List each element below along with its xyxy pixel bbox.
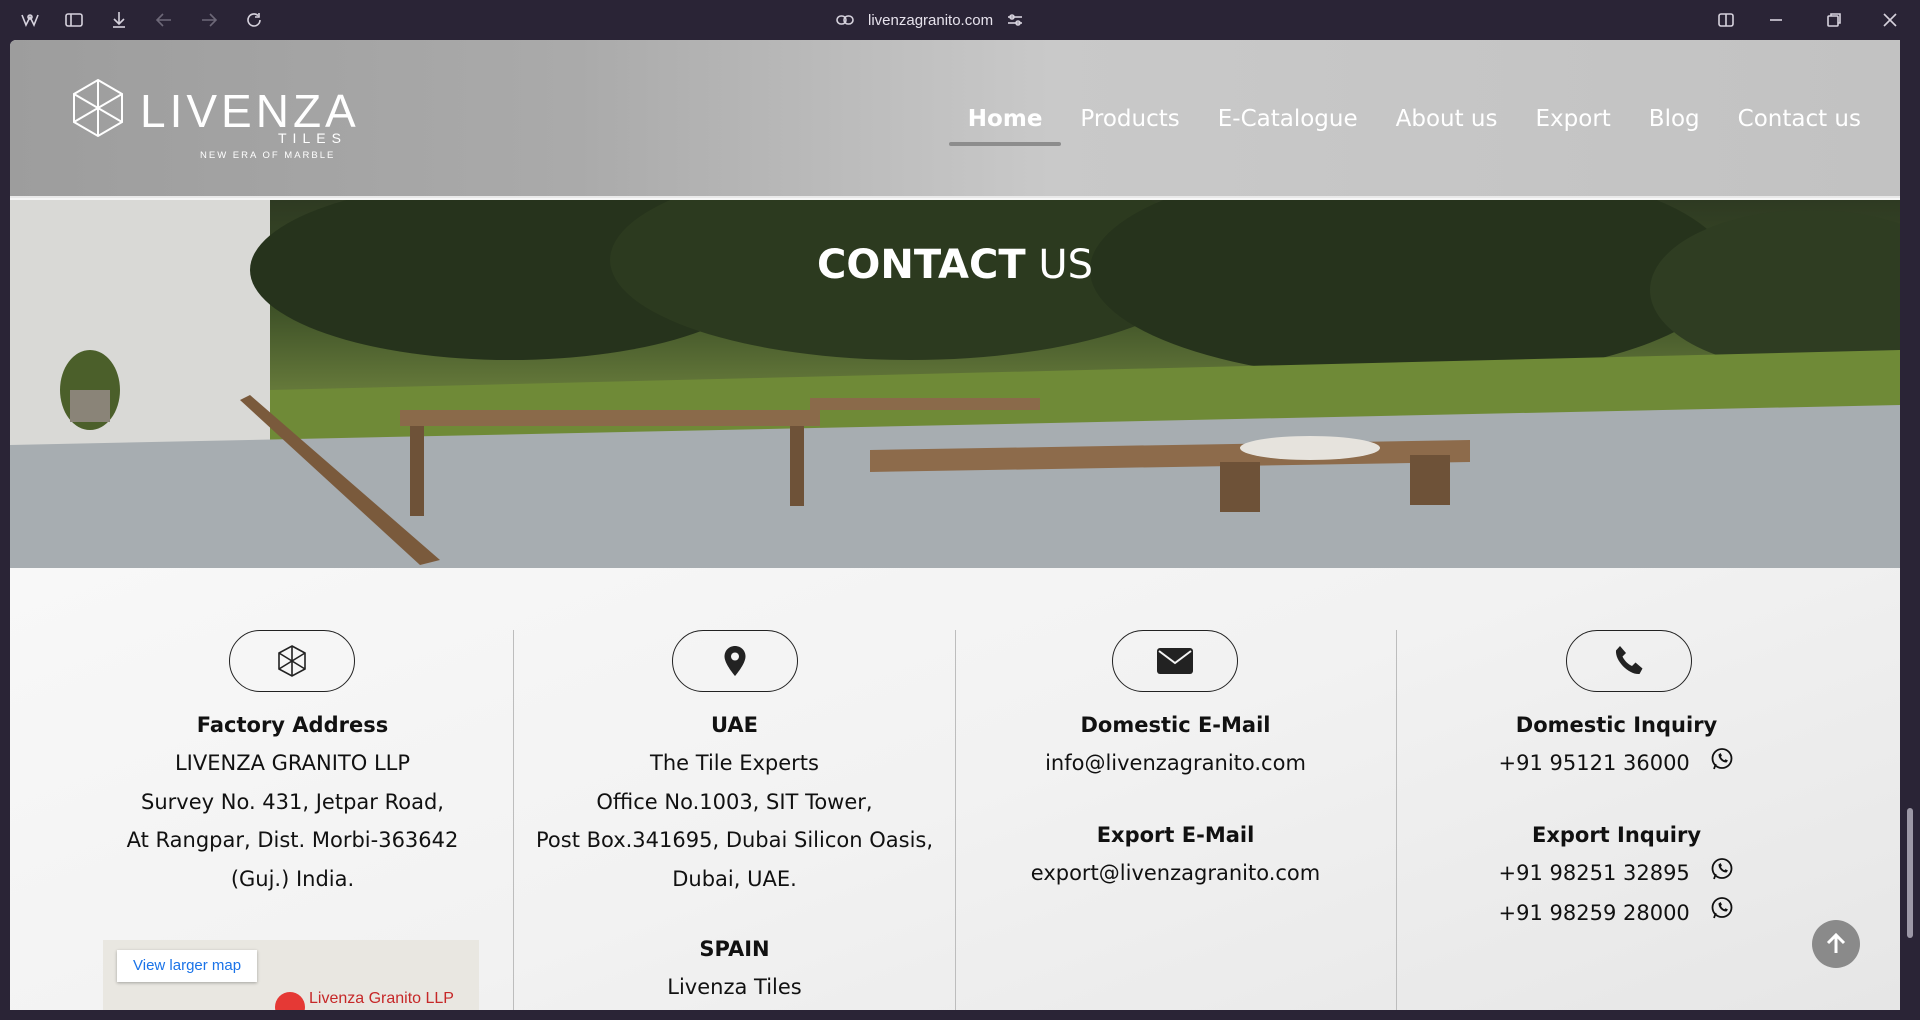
page-viewport: LIVENZA TILES NEW ERA OF MARBLE Home Pro… bbox=[10, 40, 1900, 1010]
link-icon bbox=[836, 15, 854, 25]
site-settings-icon[interactable] bbox=[1007, 13, 1023, 27]
minimize-icon[interactable] bbox=[1763, 8, 1789, 32]
location-icon-pill bbox=[672, 630, 798, 692]
logo-mark-icon bbox=[73, 78, 123, 138]
address-bar[interactable]: livenzagranito.com bbox=[836, 9, 1023, 31]
export-phone-link-1[interactable]: +91 98251 32895 bbox=[1499, 861, 1690, 885]
browser-toolbar: livenzagranito.com bbox=[0, 0, 1920, 40]
domestic-email-title: Domestic E-Mail bbox=[1080, 713, 1271, 737]
export-inquiry-title: Export Inquiry bbox=[1531, 823, 1702, 848]
factory-line: LIVENZA GRANITO LLP bbox=[174, 751, 411, 775]
embedded-map[interactable]: View larger map Livenza Granito LLP bbox=[103, 940, 479, 1010]
whatsapp-icon[interactable] bbox=[1710, 745, 1734, 784]
close-icon[interactable] bbox=[1877, 8, 1903, 32]
nav-e-catalogue[interactable]: E-Catalogue bbox=[1199, 102, 1377, 136]
page-scrollbar[interactable] bbox=[1902, 40, 1920, 1010]
spain-title: SPAIN bbox=[699, 937, 770, 961]
export-phone-link-2[interactable]: +91 98259 28000 bbox=[1499, 901, 1690, 925]
email-icon-pill bbox=[1112, 630, 1238, 692]
uae-line: Dubai, UAE. bbox=[672, 866, 797, 891]
phone-column: Domestic Inquiry +91 95121 36000 Export … bbox=[1396, 568, 1837, 1010]
nav-export[interactable]: Export bbox=[1517, 102, 1630, 136]
factory-title: Factory Address bbox=[196, 713, 389, 737]
phone-block: Domestic Inquiry +91 95121 36000 Export … bbox=[1396, 706, 1837, 933]
nav-home[interactable]: Home bbox=[948, 102, 1062, 146]
email-block: Domestic E-Mail info@livenzagranito.com … bbox=[955, 706, 1396, 892]
hero-title-bold: CONTACT bbox=[816, 242, 1026, 288]
export-phone-row: +91 98259 28000 bbox=[1396, 894, 1837, 933]
url-text: livenzagranito.com bbox=[868, 11, 994, 29]
logo-sub: TILES bbox=[278, 130, 347, 146]
livenza-logo[interactable]: LIVENZA TILES NEW ERA OF MARBLE bbox=[72, 78, 362, 168]
restore-icon[interactable] bbox=[1821, 8, 1847, 32]
phone-icon-pill bbox=[1566, 630, 1692, 692]
uae-line: Office No.1003, SIT Tower, bbox=[596, 789, 873, 814]
nav-blog[interactable]: Blog bbox=[1630, 102, 1719, 136]
reload-icon[interactable] bbox=[241, 8, 267, 32]
back-icon[interactable] bbox=[151, 8, 177, 32]
map-pin-icon[interactable] bbox=[275, 992, 305, 1010]
nav-contact-us[interactable]: Contact us bbox=[1719, 102, 1880, 136]
domestic-email-link[interactable]: info@livenzagranito.com bbox=[955, 744, 1396, 783]
uae-line: Post Box.341695, Dubai Silicon Oasis, bbox=[535, 828, 934, 852]
spain-line: Livenza Tiles bbox=[667, 975, 802, 999]
factory-icon-pill bbox=[229, 630, 355, 692]
whatsapp-icon[interactable] bbox=[1710, 894, 1734, 933]
forward-icon[interactable] bbox=[196, 8, 222, 32]
scroll-to-top-button[interactable] bbox=[1812, 920, 1860, 968]
nav-products[interactable]: Products bbox=[1061, 102, 1198, 136]
uae-line: The Tile Experts bbox=[650, 751, 819, 775]
export-phone-row: +91 98251 32895 bbox=[1396, 854, 1837, 893]
location-pin-icon bbox=[724, 646, 746, 676]
contact-section: Factory Address LIVENZA GRANITO LLP Surv… bbox=[10, 568, 1900, 1010]
hero-banner: CONTACT US bbox=[10, 200, 1900, 568]
hero-title: CONTACT US bbox=[10, 242, 1900, 288]
domestic-inquiry-title: Domestic Inquiry bbox=[1515, 713, 1718, 737]
main-nav: Home Products E-Catalogue About us Expor… bbox=[948, 102, 1880, 146]
spain-address: SPAIN Livenza Tiles bbox=[514, 930, 955, 1007]
uae-title: UAE bbox=[710, 713, 758, 737]
hero-title-light: US bbox=[1025, 242, 1093, 288]
uae-address: UAE The Tile Experts Office No.1003, SIT… bbox=[514, 706, 955, 898]
phone-icon bbox=[1615, 646, 1643, 675]
split-view-icon[interactable] bbox=[1713, 8, 1739, 32]
site-header: LIVENZA TILES NEW ERA OF MARBLE Home Pro… bbox=[10, 40, 1900, 198]
domestic-phone-row: +91 95121 36000 bbox=[1396, 744, 1837, 783]
domestic-phone-link[interactable]: +91 95121 36000 bbox=[1499, 751, 1690, 775]
sidebar-toggle-icon[interactable] bbox=[61, 8, 87, 32]
download-icon[interactable] bbox=[106, 8, 132, 32]
factory-line: At Rangpar, Dist. Morbi-363642 bbox=[126, 828, 459, 852]
export-email-link[interactable]: export@livenzagranito.com bbox=[955, 854, 1396, 893]
factory-address: Factory Address LIVENZA GRANITO LLP Surv… bbox=[72, 706, 513, 898]
scrollbar-thumb[interactable] bbox=[1907, 808, 1913, 938]
export-email-title: Export E-Mail bbox=[1096, 822, 1255, 847]
factory-line: (Guj.) India. bbox=[230, 866, 355, 891]
envelope-icon bbox=[1157, 648, 1193, 674]
whatsapp-icon[interactable] bbox=[1710, 855, 1734, 894]
nav-about-us[interactable]: About us bbox=[1377, 102, 1517, 136]
brand-icon[interactable] bbox=[17, 8, 43, 32]
arrow-up-icon bbox=[1826, 933, 1846, 953]
offices-column: UAE The Tile Experts Office No.1003, SIT… bbox=[514, 568, 955, 1010]
logo-tagline: NEW ERA OF MARBLE bbox=[200, 150, 336, 161]
livenza-mark-icon bbox=[278, 645, 306, 677]
map-place-label[interactable]: Livenza Granito LLP bbox=[309, 990, 454, 1008]
view-larger-map-button[interactable]: View larger map bbox=[117, 950, 258, 982]
factory-line: Survey No. 431, Jetpar Road, bbox=[141, 789, 444, 814]
email-column: Domestic E-Mail info@livenzagranito.com … bbox=[955, 568, 1396, 1010]
